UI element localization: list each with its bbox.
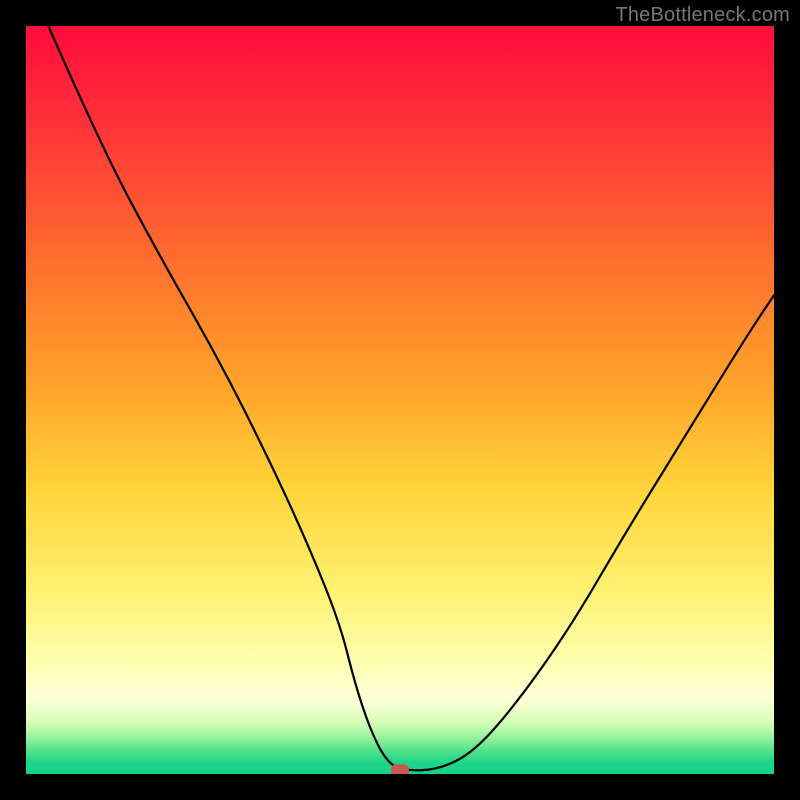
curve-svg	[26, 26, 774, 774]
watermark-label: TheBottleneck.com	[615, 4, 790, 27]
minimum-marker	[391, 764, 409, 774]
chart-frame: TheBottleneck.com	[0, 0, 800, 800]
bottleneck-curve	[48, 26, 774, 770]
plot-area	[26, 26, 774, 774]
